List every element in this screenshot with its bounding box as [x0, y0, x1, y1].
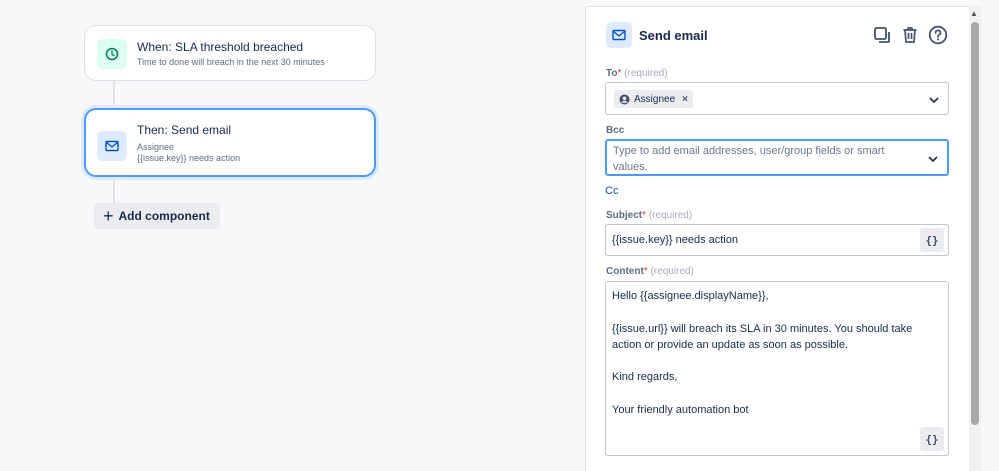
action-node[interactable]: Then: Send email Assignee {{issue.key}} …	[84, 108, 376, 177]
copy-icon[interactable]	[871, 24, 893, 46]
content-line	[612, 353, 938, 369]
trigger-node[interactable]: When: SLA threshold breached Time to don…	[84, 25, 376, 81]
chevron-down-icon[interactable]	[929, 90, 939, 108]
content-label: Content* (required)	[606, 266, 694, 277]
content-line: Your friendly automation bot	[612, 404, 749, 417]
to-label: To* (required)	[606, 68, 668, 79]
trigger-subtitle: Time to done will breach in the next 30 …	[137, 57, 325, 67]
subject-input[interactable]: {{issue.key}} needs action {}	[605, 224, 949, 256]
scroll-up-icon[interactable]: ▲	[970, 9, 978, 18]
flow-connector	[113, 177, 115, 203]
bcc-input[interactable]: Type to add email addresses, user/group …	[605, 139, 949, 176]
subject-value: {{issue.key}} needs action	[612, 234, 738, 246]
user-icon	[619, 94, 630, 104]
to-field[interactable]: Assignee ×	[605, 82, 949, 115]
smart-value-button[interactable]: {}	[920, 427, 944, 451]
cc-link[interactable]: Cc	[605, 185, 618, 197]
flow-connector	[113, 81, 115, 108]
trash-icon[interactable]	[899, 24, 921, 46]
panel-title: Send email	[639, 27, 708, 43]
subject-label: Subject* (required)	[606, 210, 693, 221]
smart-value-button[interactable]: {}	[920, 228, 944, 252]
content-line: Hello {{assignee.displayName}},	[612, 290, 769, 302]
clock-icon	[97, 39, 127, 69]
action-title: Then: Send email	[137, 123, 232, 137]
bcc-placeholder: Type to add email addresses, user/group …	[613, 145, 885, 173]
panel-header: Send email	[606, 21, 949, 49]
bcc-label: Bcc	[606, 125, 625, 136]
trigger-title: When: SLA threshold breached	[137, 40, 304, 54]
content-textarea[interactable]: Hello {{assignee.displayName}}, {{issue.…	[605, 281, 949, 456]
content-body: Hello {{assignee.displayName}}, {{issue.…	[612, 288, 938, 418]
automation-canvas: When: SLA threshold breached Time to don…	[0, 0, 585, 471]
scrollbar-thumb[interactable]	[971, 22, 979, 425]
content-line	[612, 304, 938, 320]
add-component-button[interactable]: + Add component	[94, 203, 220, 229]
remove-chip-icon[interactable]: ×	[682, 94, 688, 105]
content-line: Kind regards,	[612, 371, 678, 384]
mail-icon	[97, 131, 127, 161]
content-line: {{issue.url}} will breach its SLA in 30 …	[612, 322, 913, 351]
plus-icon: +	[103, 206, 114, 226]
help-icon[interactable]	[927, 24, 949, 46]
send-email-panel: Send email To* (required) Assignee × Bcc	[585, 6, 969, 471]
mail-icon	[606, 22, 632, 48]
add-component-label: Add component	[118, 209, 210, 223]
recipient-chip: Assignee ×	[614, 90, 693, 108]
action-recipient: Assignee	[137, 142, 175, 152]
action-subject: {{issue.key}} needs action	[137, 153, 241, 163]
chevron-down-icon[interactable]	[928, 149, 938, 167]
recipient-chip-label: Assignee	[634, 93, 676, 105]
content-line	[612, 386, 938, 402]
